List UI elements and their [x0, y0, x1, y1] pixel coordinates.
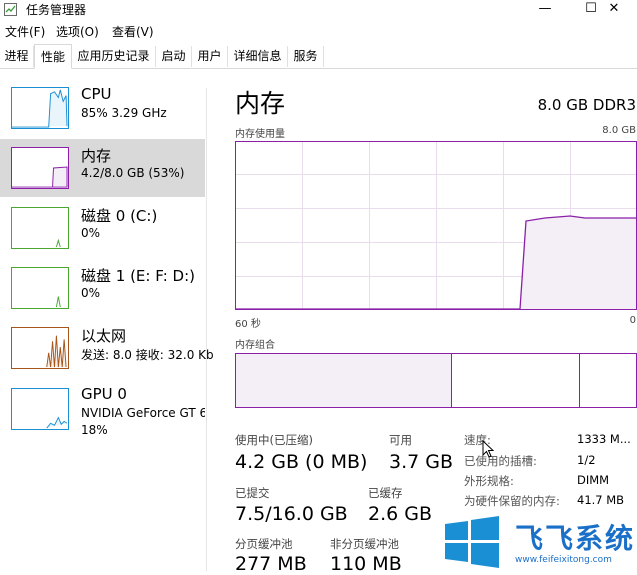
watermark-url: www.feifeixitong.com [515, 555, 612, 565]
usage-graph-label: 内存使用量 [235, 129, 285, 140]
sidebar-item-disk-0[interactable]: 磁盘 0 (C:) 0% [0, 199, 205, 257]
time-axis-right: 0 [629, 315, 636, 326]
mouse-cursor-icon [482, 440, 494, 458]
stat-cached-label: 已缓存 [368, 486, 403, 500]
detail-reserved-value: 41.7 MB [577, 493, 625, 507]
stat-nonpaged-pool-label: 非分页缓冲池 [330, 537, 399, 551]
stat-cached-value: 2.6 GB [368, 503, 433, 525]
composition-label: 内存组合 [235, 340, 275, 351]
sidebar-name: CPU [81, 85, 112, 103]
sidebar-sub: 85% 3.29 GHz [81, 106, 167, 120]
detail-form-factor-value: DIMM [577, 473, 610, 487]
disk1-thumbnail-graph [11, 267, 69, 309]
detail-form-factor-label: 外形规格: [464, 474, 514, 488]
minimize-button[interactable]: — [522, 0, 568, 20]
sidebar-name: 磁盘 0 (C:) [81, 207, 158, 225]
sidebar-item-gpu[interactable]: GPU 0 NVIDIA GeForce GT 6 18% [0, 379, 205, 443]
detail-speed-value: 1333 M... [577, 432, 631, 446]
memory-thumbnail-graph [11, 147, 69, 189]
tab-startup[interactable]: 启动 [156, 46, 192, 67]
tab-app-history[interactable]: 应用历史记录 [72, 46, 156, 67]
detail-reserved-label: 为硬件保留的内存: [464, 494, 560, 508]
stat-available-value: 3.7 GB [389, 451, 454, 473]
tab-services[interactable]: 服务 [288, 46, 324, 67]
watermark-text: 飞飞系统 [515, 522, 636, 555]
sidebar-item-memory[interactable]: 内存 4.2/8.0 GB (53%) [0, 139, 205, 197]
menu-file[interactable]: 文件(F) [5, 23, 45, 40]
cpu-thumbnail-graph [11, 87, 69, 129]
menu-view[interactable]: 查看(V) [112, 23, 154, 40]
memory-spec: 8.0 GB DDR3 [537, 96, 636, 114]
sidebar-sub: NVIDIA GeForce GT 6 [81, 406, 205, 420]
stat-available-label: 可用 [389, 433, 412, 447]
time-axis-left: 60 秒 [235, 319, 261, 330]
sidebar-name: 内存 [81, 147, 112, 165]
memory-usage-graph [235, 141, 637, 310]
page-title: 内存 [235, 89, 286, 118]
sidebar-item-disk-1[interactable]: 磁盘 1 (E: F: D:) 0% [0, 259, 205, 317]
sidebar-name: 磁盘 1 (E: F: D:) [81, 267, 195, 285]
sidebar-sub-2: 18% [81, 423, 108, 437]
menu-options[interactable]: 选项(O) [56, 23, 99, 40]
disk0-thumbnail-graph [11, 207, 69, 249]
sidebar-name: GPU 0 [81, 385, 127, 403]
stat-paged-pool-label: 分页缓冲池 [235, 537, 293, 551]
close-button[interactable]: ✕ [591, 0, 637, 20]
usage-graph-max: 8.0 GB [602, 125, 636, 136]
sidebar-sub: 0% [81, 286, 101, 300]
stat-in-use-label: 使用中(已压缩) [235, 433, 313, 447]
tab-processes[interactable]: 进程 [0, 46, 34, 67]
tab-performance[interactable]: 性能 [34, 44, 72, 69]
detail-slots-value: 1/2 [577, 453, 596, 467]
stat-nonpaged-pool-value: 110 MB [330, 553, 402, 575]
stat-committed-label: 已提交 [235, 486, 270, 500]
sidebar-sub: 4.2/8.0 GB (53%) [81, 166, 185, 180]
detail-slots-label: 已使用的插槽: [464, 454, 537, 468]
stat-paged-pool-value: 277 MB [235, 553, 307, 575]
sidebar-separator [206, 88, 207, 571]
gpu-thumbnail-graph [11, 388, 69, 430]
windows-logo-icon [445, 516, 499, 568]
tab-users[interactable]: 用户 [192, 46, 228, 67]
task-manager-icon [4, 3, 17, 16]
sidebar-name: 以太网 [81, 327, 127, 345]
ethernet-thumbnail-graph [11, 327, 69, 369]
stat-committed-value: 7.5/16.0 GB [235, 503, 348, 525]
tab-details[interactable]: 详细信息 [228, 46, 288, 67]
stat-in-use-value: 4.2 GB (0 MB) [235, 451, 368, 473]
sidebar-sub: 0% [81, 226, 101, 240]
window-title: 任务管理器 [26, 3, 87, 17]
sidebar-item-ethernet[interactable]: 以太网 发送: 8.0 接收: 32.0 Kb [0, 319, 214, 377]
sidebar-sub: 发送: 8.0 接收: 32.0 Kb [81, 348, 214, 362]
sidebar-item-cpu[interactable]: CPU 85% 3.29 GHz [0, 79, 205, 137]
memory-composition-bar [235, 353, 637, 408]
